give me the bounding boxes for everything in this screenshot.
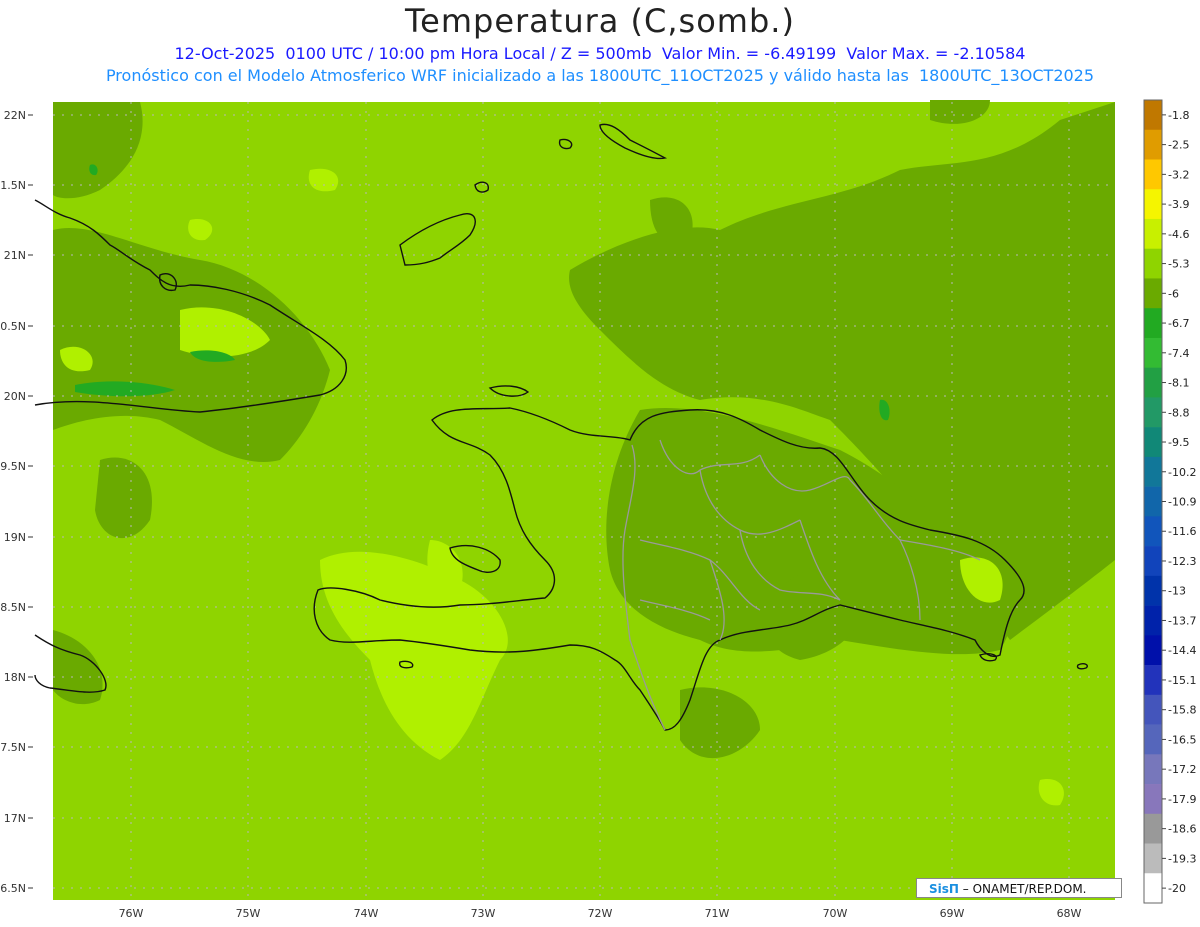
temperature-map: 22N 21.5N 21N 20.5N 20N 19.5N 19N 18.5N … xyxy=(0,99,1196,920)
colorbar-swatch xyxy=(1144,813,1162,844)
lat-ticks xyxy=(28,114,33,889)
colorbar-label: -10.2 xyxy=(1168,466,1196,479)
colorbar-label: -4.6 xyxy=(1168,228,1189,241)
lat-label: 16.5N xyxy=(0,882,26,895)
colorbar-label: -8.8 xyxy=(1168,406,1189,419)
colorbar-swatch xyxy=(1144,486,1162,517)
lat-label: 22N xyxy=(4,109,26,122)
colorbar-swatch xyxy=(1144,516,1162,547)
colorbar-label: -6.7 xyxy=(1168,317,1189,330)
colorbar-swatch xyxy=(1144,278,1162,309)
colorbar-label: -1.8 xyxy=(1168,109,1189,122)
colorbar-label: -20 xyxy=(1168,882,1186,895)
colorbar-swatch xyxy=(1144,248,1162,279)
colorbar-label: -3.9 xyxy=(1168,198,1189,211)
colorbar-swatch xyxy=(1144,367,1162,398)
colorbar-label: -8.1 xyxy=(1168,377,1189,390)
lat-label: 20N xyxy=(4,390,26,403)
lat-label: 21N xyxy=(4,249,26,262)
lat-label: 19N xyxy=(4,531,26,544)
colorbar-label: -12.3 xyxy=(1168,555,1196,568)
lon-label: 71W xyxy=(705,907,730,920)
colorbar-label: -6 xyxy=(1168,287,1179,300)
colorbar-label: -17.2 xyxy=(1168,763,1196,776)
colorbar-label: -11.6 xyxy=(1168,525,1196,538)
lon-label: 72W xyxy=(588,907,613,920)
colorbar-label: -17.9 xyxy=(1168,793,1196,806)
colorbar-label: -10.9 xyxy=(1168,496,1196,509)
colorbar-swatch xyxy=(1144,694,1162,725)
lon-label: 74W xyxy=(354,907,379,920)
colorbar-swatch xyxy=(1144,456,1162,487)
colorbar-swatch xyxy=(1144,337,1162,368)
sispi-logo: SisΠ xyxy=(929,882,959,896)
colorbar-label: -2.5 xyxy=(1168,139,1189,152)
lat-label: 18.5N xyxy=(0,601,26,614)
colorbar-swatch xyxy=(1144,100,1162,131)
colorbar-swatch xyxy=(1144,189,1162,220)
lon-label: 76W xyxy=(119,907,144,920)
lon-label: 70W xyxy=(823,907,848,920)
lat-label: 21.5N xyxy=(0,179,26,192)
colorbar-swatch xyxy=(1144,873,1162,904)
lat-label: 18N xyxy=(4,671,26,684)
colorbar-swatch xyxy=(1144,397,1162,428)
colorbar-label: -15.1 xyxy=(1168,674,1196,687)
lat-label: 20.5N xyxy=(0,320,26,333)
colorbar-label: -19.3 xyxy=(1168,852,1196,865)
colorbar-label: -18.6 xyxy=(1168,823,1196,836)
colorbar-swatch xyxy=(1144,427,1162,458)
lon-label: 73W xyxy=(471,907,496,920)
colorbar-label: -13.7 xyxy=(1168,614,1196,627)
colorbar-swatch xyxy=(1144,575,1162,606)
lon-axis: 76W 75W 74W 73W 72W 71W 70W 69W 68W xyxy=(119,907,1082,920)
credit-text: – ONAMET/REP.DOM. xyxy=(962,882,1087,896)
lon-label: 69W xyxy=(940,907,965,920)
lon-label: 75W xyxy=(236,907,261,920)
colorbar-swatch xyxy=(1144,754,1162,785)
colorbar-label: -5.3 xyxy=(1168,258,1189,271)
colorbar-label: -7.4 xyxy=(1168,347,1189,360)
colorbar-label: -13 xyxy=(1168,585,1186,598)
colorbar-swatch xyxy=(1144,218,1162,250)
colorbar-label: -9.5 xyxy=(1168,436,1189,449)
colorbar-label: -16.5 xyxy=(1168,733,1196,746)
colorbar-swatch xyxy=(1144,159,1162,190)
lat-label: 17.5N xyxy=(0,741,26,754)
colorbar-swatch xyxy=(1144,129,1162,160)
colorbar-swatch xyxy=(1144,784,1162,815)
credit-box: SisΠ – ONAMET/REP.DOM. xyxy=(916,878,1122,898)
colorbar-swatch xyxy=(1144,605,1162,636)
colorbar-label: -3.2 xyxy=(1168,168,1189,181)
colorbar-swatch xyxy=(1144,546,1162,577)
colorbar-swatch xyxy=(1144,665,1162,696)
colorbar-swatch xyxy=(1144,308,1162,339)
colorbar-swatch xyxy=(1144,635,1162,666)
colorbar-swatch xyxy=(1144,843,1162,874)
lon-label: 68W xyxy=(1057,907,1082,920)
colorbar-label: -14.4 xyxy=(1168,644,1196,657)
colorbar-swatch xyxy=(1144,724,1162,755)
colorbar: -1.8 -2.5 -3.2 -3.9 -4.6 -5.3 -6 -6.7 -7.4 -8.1 -8… xyxy=(1143,99,1196,904)
lat-axis: 22N 21.5N 21N 20.5N 20N 19.5N 19N 18.5N … xyxy=(0,109,26,895)
lat-label: 17N xyxy=(4,812,26,825)
lat-label: 19.5N xyxy=(0,460,26,473)
colorbar-label: -15.8 xyxy=(1168,704,1196,717)
